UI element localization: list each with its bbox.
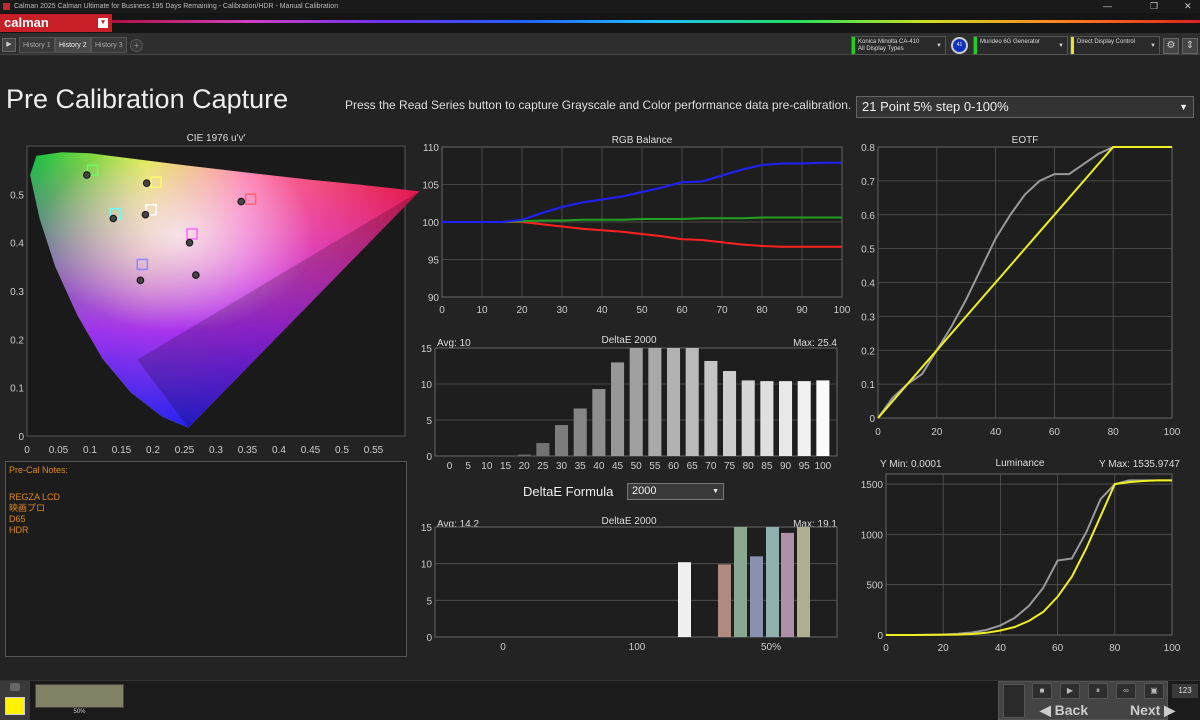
chevron-down-icon: ▼	[1150, 43, 1156, 50]
instructions-text: Press the Read Series button to capture …	[345, 98, 851, 112]
rainbow-strip	[112, 20, 1200, 23]
brand-bar	[0, 13, 1200, 33]
pause-icon[interactable]: ⏸	[1088, 683, 1108, 699]
meter-status-strip	[852, 37, 855, 54]
meter-display-type: All Display Types	[858, 46, 941, 53]
chevron-down-icon: ▼	[712, 484, 719, 499]
next-label: Next	[1130, 702, 1160, 718]
target-color-swatch	[5, 697, 25, 715]
meter-name: Konica Minolta CA-410	[858, 39, 941, 46]
tab-history-3[interactable]: History 3	[91, 37, 127, 53]
chevron-down-icon[interactable]: ▾	[98, 18, 108, 28]
page-title: Pre Calibration Capture	[6, 84, 288, 115]
chevron-down-icon: ▼	[1058, 43, 1064, 50]
cie-title: CIE 1976 u'v'	[27, 133, 405, 144]
patch-preview	[35, 684, 124, 708]
back-button[interactable]: ◀ Back	[1040, 701, 1088, 719]
tab-history-2[interactable]: History 2	[55, 37, 91, 53]
patch-label: 50%	[35, 709, 124, 715]
logo-text: calman	[4, 15, 49, 30]
counter-display: 123	[1172, 684, 1198, 698]
notes-line: D65	[9, 514, 403, 525]
add-tab-icon[interactable]: +	[130, 39, 143, 52]
display-name: Direct Display Control	[1077, 39, 1155, 46]
chevron-down-icon: ▼	[936, 43, 942, 50]
gear-icon[interactable]: ⚙	[1163, 38, 1179, 54]
display-selector[interactable]: Direct Display Control ▼	[1070, 36, 1160, 55]
tab-history-1[interactable]: History 1	[19, 37, 55, 53]
series-selected-value: 21 Point 5% step 0-100%	[862, 99, 1009, 114]
window-titlebar: Calman 2025 Calman Ultimate for Business…	[0, 0, 1200, 13]
deltae-formula-select[interactable]: 2000 ▼	[627, 483, 724, 500]
display-status-strip	[1071, 37, 1074, 54]
next-arrow-icon: ▶	[1160, 702, 1175, 718]
notes-line: 映画プロ	[9, 503, 403, 514]
notes-header: Pre-Cal Notes:	[9, 465, 403, 476]
minimize-button[interactable]: —	[1103, 0, 1112, 13]
notes-line: HDR	[9, 525, 403, 536]
next-button[interactable]: Next ▶	[1130, 701, 1175, 719]
close-button[interactable]: ✕	[1184, 0, 1192, 13]
play-icon[interactable]: ▶	[1060, 683, 1080, 699]
generator-status-strip	[974, 37, 977, 54]
expand-icon[interactable]: ⇕	[1182, 38, 1198, 54]
notes-line: REGZA LCD	[9, 492, 403, 503]
camera-icon[interactable]	[10, 683, 20, 691]
meter-badge[interactable]: 41	[951, 37, 968, 54]
generator-selector[interactable]: Murideo 6G Generator ▼	[973, 36, 1068, 55]
maximize-button[interactable]: ❐	[1150, 0, 1158, 13]
deltae-formula-label: DeltaE Formula	[523, 484, 613, 499]
camera-control-icon[interactable]	[1003, 684, 1025, 718]
back-arrow-icon: ◀	[1040, 702, 1055, 718]
app-icon	[3, 3, 10, 10]
chevron-down-icon: ▼	[1179, 97, 1188, 117]
read-series-icon[interactable]: ▣	[1144, 683, 1164, 699]
play-icon[interactable]: ▶	[2, 38, 16, 52]
pre-cal-notes[interactable]: Pre-Cal Notes: REGZA LCD 映画プロ D65 HDR	[5, 461, 407, 657]
loop-icon[interactable]: ∞	[1116, 683, 1136, 699]
window-title: Calman 2025 Calman Ultimate for Business…	[14, 3, 338, 10]
stop-icon[interactable]: ■	[1032, 683, 1052, 699]
back-label: Back	[1055, 702, 1088, 718]
meter-selector[interactable]: Konica Minolta CA-410 All Display Types …	[851, 36, 946, 55]
calman-logo[interactable]: calman ▾	[0, 14, 112, 32]
formula-selected-value: 2000	[632, 485, 656, 497]
generator-name: Murideo 6G Generator	[980, 39, 1063, 46]
series-select[interactable]: 21 Point 5% step 0-100% ▼	[856, 96, 1194, 118]
